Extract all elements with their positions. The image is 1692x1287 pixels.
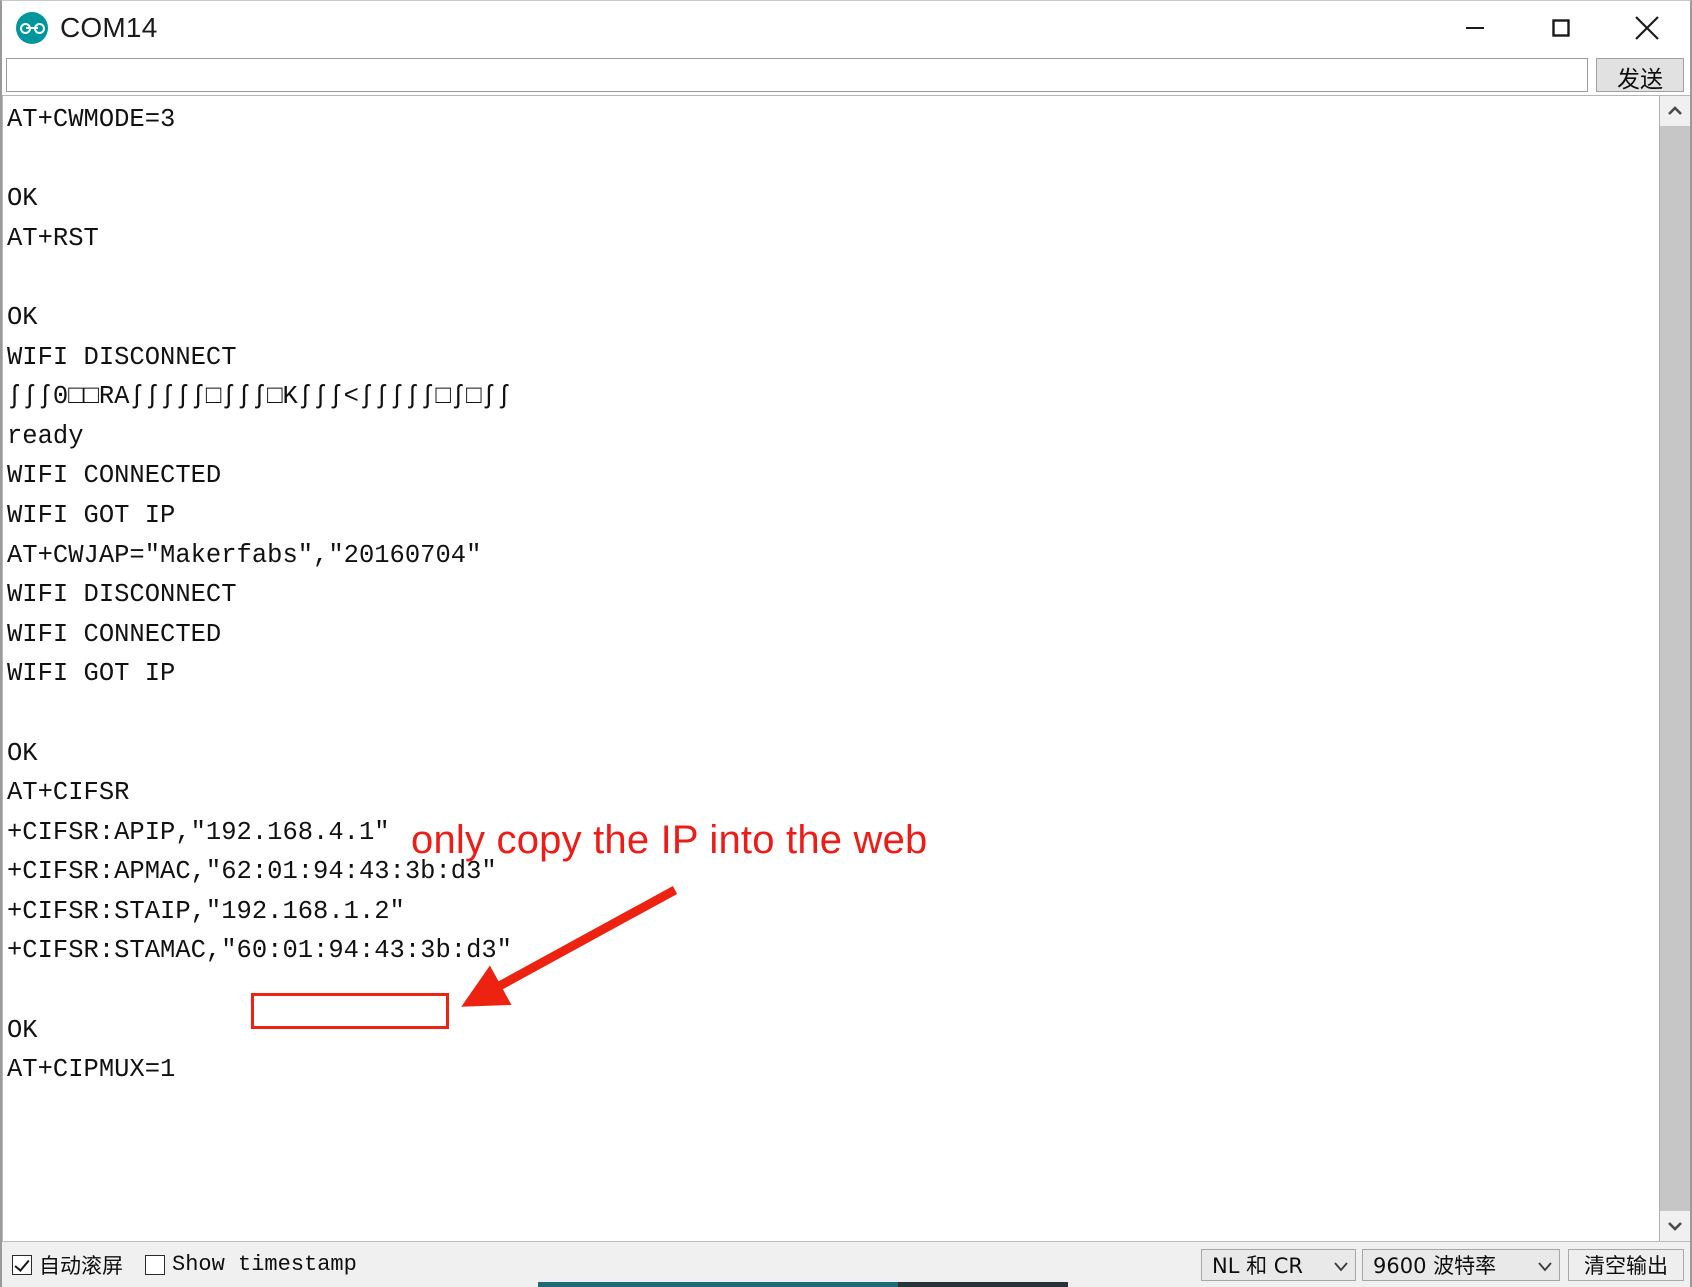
vertical-scrollbar[interactable]: [1659, 96, 1690, 1241]
show-timestamp-checkbox-item[interactable]: Show timestamp: [145, 1252, 357, 1277]
taskbar-sliver: [538, 1282, 898, 1287]
chevron-down-icon: [1668, 1222, 1682, 1231]
title-bar-left: COM14: [2, 12, 157, 44]
scrollbar-track[interactable]: [1660, 126, 1690, 1211]
scroll-up-button[interactable]: [1660, 96, 1690, 126]
send-row: 发送: [2, 55, 1690, 95]
close-button[interactable]: [1604, 1, 1690, 55]
terminal-area: AT+CWMODE=3 OK AT+RST OK WIFI DISCONNECT…: [2, 95, 1690, 1241]
minimize-button[interactable]: [1432, 1, 1518, 55]
taskbar-sliver-dark: [898, 1282, 1068, 1287]
baud-rate-value: 9600 波特率: [1373, 1253, 1497, 1278]
status-bar: 自动滚屏 Show timestamp NL 和 CR 9600 波特率 清空输: [2, 1241, 1690, 1287]
send-input[interactable]: [6, 58, 1588, 92]
window-controls: [1432, 1, 1690, 55]
window-title: COM14: [60, 12, 158, 43]
arduino-infinity-icon: [16, 12, 48, 44]
autoscroll-checkbox[interactable]: [12, 1254, 32, 1275]
clear-output-button[interactable]: 清空输出: [1568, 1248, 1684, 1281]
send-button[interactable]: 发送: [1596, 58, 1684, 92]
baud-rate-select[interactable]: 9600 波特率: [1362, 1248, 1560, 1281]
console-output[interactable]: AT+CWMODE=3 OK AT+RST OK WIFI DISCONNECT…: [2, 96, 1659, 1241]
autoscroll-checkbox-item[interactable]: 自动滚屏: [12, 1250, 123, 1280]
line-ending-select[interactable]: NL 和 CR: [1201, 1248, 1356, 1281]
autoscroll-label: 自动滚屏: [39, 1253, 123, 1278]
serial-monitor-window: COM14 发送 AT+CWMODE=3 OK AT+RST OK WIFI D…: [0, 0, 1692, 1287]
show-timestamp-label: Show timestamp: [172, 1252, 357, 1277]
scroll-down-button[interactable]: [1660, 1211, 1690, 1241]
ip-highlight-box: [251, 993, 449, 1029]
maximize-icon: [1552, 19, 1570, 37]
line-ending-value: NL 和 CR: [1212, 1253, 1304, 1278]
title-bar: COM14: [2, 1, 1690, 55]
console-text: AT+CWMODE=3 OK AT+RST OK WIFI DISCONNECT…: [7, 105, 512, 1085]
show-timestamp-checkbox[interactable]: [145, 1254, 165, 1275]
maximize-button[interactable]: [1518, 1, 1604, 55]
minimize-icon: [1466, 27, 1484, 29]
chevron-down-icon: [1537, 1253, 1553, 1277]
annotation-label: only copy the IP into the web: [411, 818, 928, 862]
chevron-up-icon: [1668, 106, 1682, 115]
close-icon: [1635, 16, 1659, 40]
chevron-down-icon: [1333, 1253, 1349, 1277]
